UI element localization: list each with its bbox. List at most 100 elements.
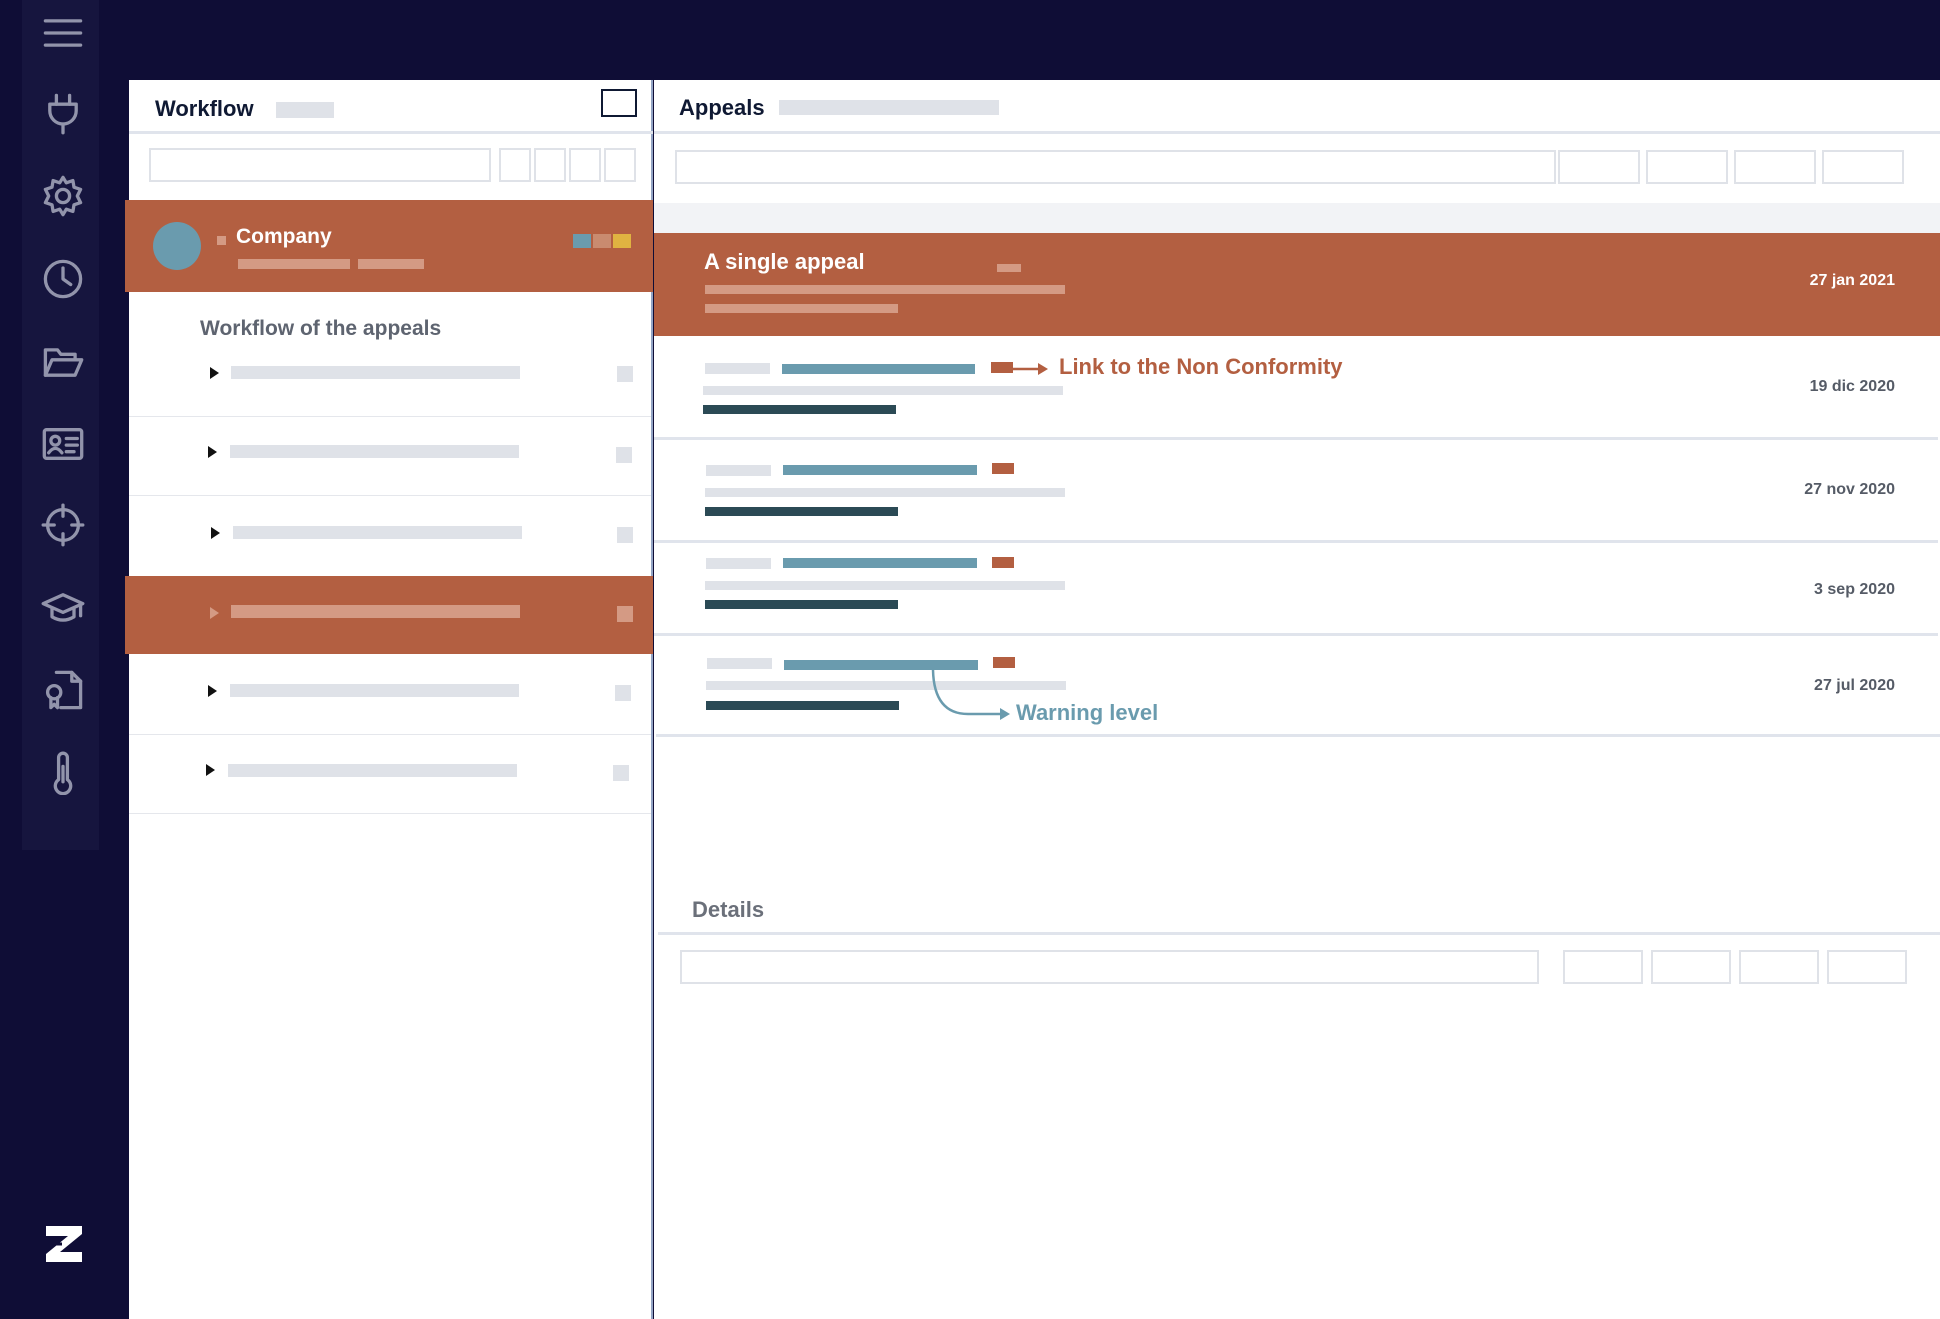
expand-icon[interactable]: [206, 764, 215, 776]
appeal-desc-placeholder: [705, 304, 898, 313]
details-filter-button-2[interactable]: [1651, 950, 1731, 984]
row-divider: [654, 540, 1938, 543]
expand-icon[interactable]: [208, 446, 217, 458]
company-subtitle-placeholder: [358, 259, 424, 269]
row-divider: [129, 416, 651, 417]
workflow-search-input[interactable]: [149, 148, 491, 182]
appeals-search-input[interactable]: [675, 150, 1556, 184]
row-status-placeholder: [617, 606, 633, 622]
divider: [654, 131, 1940, 134]
gear-icon[interactable]: [40, 173, 86, 219]
warning-level-bar: [783, 465, 977, 475]
company-subtitle-placeholder: [238, 259, 350, 269]
appeals-title-placeholder: [779, 100, 999, 115]
row-divider: [654, 437, 1938, 440]
appeals-filter-button-3[interactable]: [1734, 150, 1816, 184]
row-label-placeholder: [231, 366, 520, 379]
appeal-code-placeholder: [706, 465, 771, 476]
appeal-title: A single appeal: [704, 249, 865, 274]
row-divider: [656, 734, 1940, 737]
plug-icon[interactable]: [40, 90, 86, 136]
divider: [658, 932, 1940, 935]
row-divider: [129, 734, 651, 735]
appeals-filter-button-1[interactable]: [1558, 150, 1640, 184]
details-filter-button-3[interactable]: [1739, 950, 1819, 984]
clock-icon[interactable]: [40, 256, 86, 302]
row-status-placeholder: [616, 447, 632, 463]
company-tag: [613, 234, 631, 248]
company-row[interactable]: Company: [125, 200, 653, 292]
non-conformity-link[interactable]: [993, 657, 1015, 668]
row-label-placeholder: [230, 445, 519, 458]
expand-icon[interactable]: [210, 367, 219, 379]
details-filter-button-4[interactable]: [1827, 950, 1907, 984]
workflow-row-selected[interactable]: [125, 576, 653, 654]
curved-arrow-icon: [931, 669, 1010, 720]
row-divider: [129, 813, 651, 814]
appeals-filter-button-4[interactable]: [1822, 150, 1904, 184]
folder-open-icon[interactable]: [40, 339, 86, 385]
warning-annotation: Warning level: [1016, 700, 1159, 725]
appeal-date: 27 jul 2020: [1814, 677, 1895, 694]
thermometer-icon[interactable]: [40, 750, 86, 796]
non-conformity-link[interactable]: [992, 463, 1014, 474]
expand-icon[interactable]: [211, 527, 220, 539]
crosshair-icon[interactable]: [40, 502, 86, 548]
appeal-desc-placeholder: [706, 701, 899, 710]
appeal-date: 19 dic 2020: [1809, 378, 1895, 395]
row-label-placeholder: [233, 526, 522, 539]
row-label-placeholder: [228, 764, 517, 777]
appeal-desc-placeholder: [703, 386, 1063, 395]
expand-icon[interactable]: [208, 685, 217, 697]
row-status-placeholder: [613, 765, 629, 781]
appeal-desc-placeholder: [705, 488, 1065, 497]
workflow-section-title: Workflow of the appeals: [200, 317, 442, 340]
id-card-icon[interactable]: [40, 421, 86, 467]
appeal-desc-placeholder: [703, 405, 896, 414]
company-name: Company: [236, 225, 332, 248]
warning-level-bar: [782, 364, 975, 374]
row-label-placeholder: [230, 684, 519, 697]
workflow-title-placeholder: [276, 102, 334, 118]
row-divider: [129, 495, 651, 496]
menu-icon[interactable]: [40, 10, 86, 56]
appeal-code-placeholder: [706, 558, 771, 569]
details-search-input[interactable]: [680, 950, 1539, 984]
appeal-code-placeholder: [707, 658, 772, 669]
company-tag: [593, 234, 611, 248]
appeal-desc-placeholder: [705, 600, 898, 609]
filter-button-2[interactable]: [534, 148, 566, 182]
row-divider: [654, 633, 1938, 636]
filter-button-3[interactable]: [569, 148, 601, 182]
graduation-cap-icon[interactable]: [40, 585, 86, 631]
avatar: [153, 222, 201, 270]
filter-button-4[interactable]: [604, 148, 636, 182]
row-label-placeholder: [231, 605, 520, 618]
divider: [129, 131, 653, 134]
arrow-right-icon: [1010, 363, 1048, 375]
appeal-desc-placeholder: [705, 507, 898, 516]
appeal-date: 27 nov 2020: [1804, 481, 1895, 498]
certificate-document-icon[interactable]: [40, 667, 86, 713]
row-status-placeholder: [615, 685, 631, 701]
appeals-filter-button-2[interactable]: [1646, 150, 1728, 184]
workflow-toggle-button[interactable]: [601, 89, 637, 117]
row-status-placeholder: [617, 366, 633, 382]
expand-icon[interactable]: [210, 607, 219, 619]
appeal-date: 27 jan 2021: [1809, 272, 1895, 289]
non-conformity-link[interactable]: [992, 557, 1014, 568]
workflow-title: Workflow: [155, 96, 254, 121]
details-filter-button-1[interactable]: [1563, 950, 1643, 984]
appeal-desc-placeholder: [705, 285, 1065, 294]
appeal-row-selected[interactable]: A single appeal 27 jan 2021: [654, 233, 1940, 336]
company-tag: [573, 234, 591, 248]
appeals-title: Appeals: [679, 95, 765, 120]
appeal-code-placeholder: [705, 363, 770, 374]
row-status-placeholder: [617, 527, 633, 543]
warning-level-bar: [783, 558, 977, 568]
link-annotation: Link to the Non Conformity: [1059, 354, 1343, 379]
appeal-desc-placeholder: [705, 581, 1065, 590]
appeal-desc-placeholder: [706, 681, 1066, 690]
company-bullet: [217, 236, 226, 245]
filter-button-1[interactable]: [499, 148, 531, 182]
